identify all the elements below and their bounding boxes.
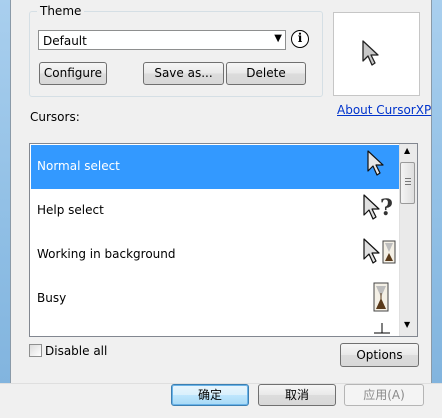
chevron-down-icon: ▼ (274, 33, 282, 44)
info-icon[interactable]: i (291, 30, 309, 48)
cursor-preview (333, 12, 420, 96)
list-item-label: Normal select (37, 159, 120, 173)
list-item-partial[interactable] (31, 321, 400, 336)
cursors-label: Cursors: (30, 110, 80, 124)
options-button[interactable]: Options (340, 343, 419, 367)
about-cursorxp-link[interactable]: About CursorXP (337, 103, 431, 117)
list-item-busy[interactable]: Busy (31, 277, 400, 321)
cursor-list[interactable]: Normal select Help select ? Working in b… (29, 143, 418, 337)
theme-select[interactable]: Default ▼ (38, 30, 286, 50)
svg-text:?: ? (380, 195, 393, 221)
list-item-help-select[interactable]: Help select ? (31, 189, 400, 233)
cancel-button[interactable]: 取消 (258, 384, 336, 406)
apply-button[interactable]: 应用(A) (344, 384, 424, 406)
working-cursor-icon (363, 238, 396, 264)
scroll-down-icon[interactable]: ▼ (404, 320, 410, 329)
configure-button[interactable]: Configure (39, 62, 107, 85)
crosshair-cursor-icon (374, 323, 390, 334)
theme-legend: Theme (37, 4, 85, 18)
arrow-cursor-icon (367, 150, 384, 176)
disable-all-checkbox[interactable] (29, 344, 42, 357)
delete-button[interactable]: Delete (226, 62, 306, 85)
hourglass-cursor-icon (373, 282, 389, 312)
theme-select-value: Default (43, 34, 87, 48)
list-item-label: Working in background (37, 247, 176, 261)
save-as-button[interactable]: Save as... (143, 62, 224, 85)
ok-button[interactable]: 确定 (171, 384, 249, 406)
list-item-normal-select[interactable]: Normal select (31, 145, 400, 189)
help-cursor-icon: ? (363, 194, 393, 221)
scroll-up-icon[interactable]: ▲ (404, 146, 410, 155)
scrollbar-thumb[interactable] (400, 162, 415, 204)
arrow-cursor-icon (362, 40, 379, 66)
list-item-label: Busy (37, 291, 67, 305)
disable-all-label: Disable all (45, 344, 108, 358)
list-item-label: Help select (37, 203, 104, 217)
list-item-working-in-background[interactable]: Working in background (31, 233, 400, 277)
